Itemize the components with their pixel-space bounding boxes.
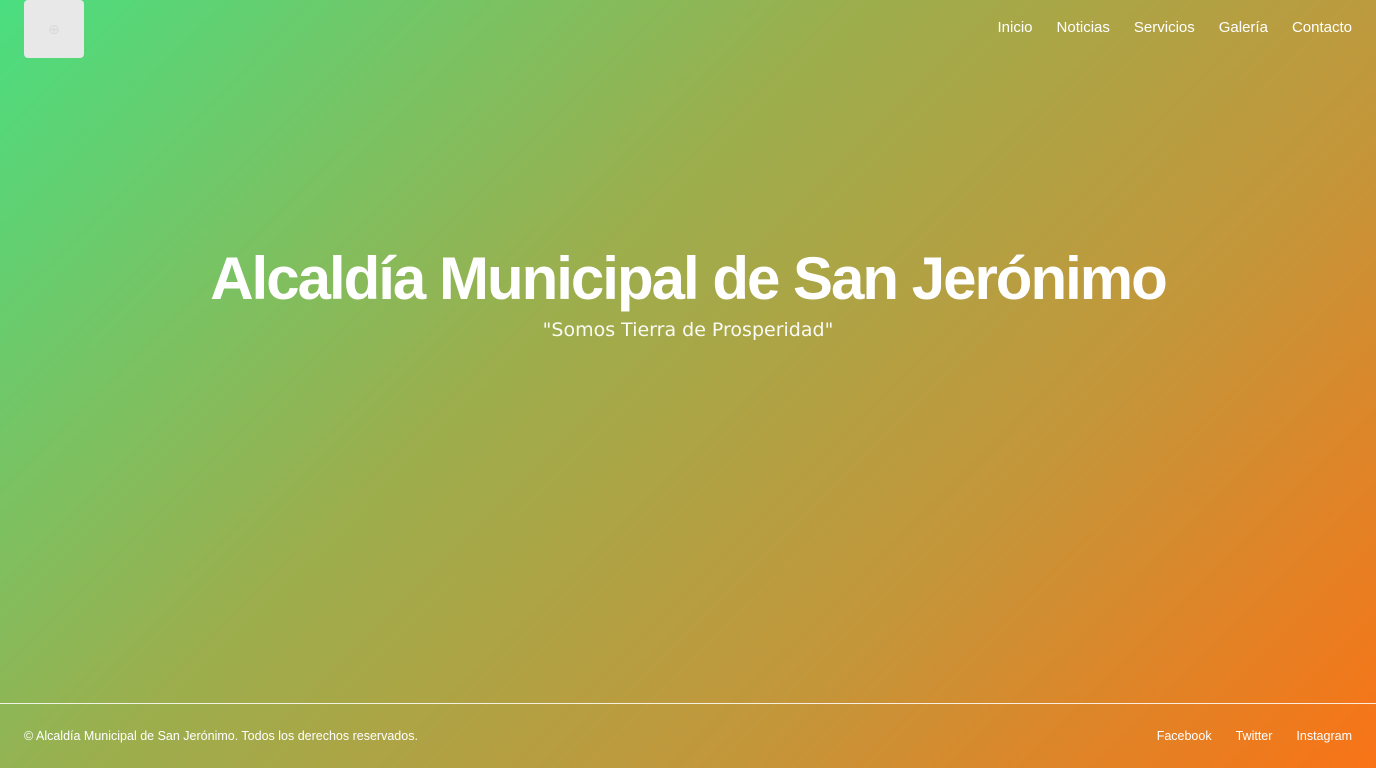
slogan: "Somos Tierra de Prosperidad" [542,319,834,341]
nav-item-inicio[interactable]: Inicio [998,16,1033,40]
twitter-link[interactable]: Twitter [1236,728,1273,744]
site-logo[interactable]: ⊕ [24,0,84,58]
main-nav: Inicio Noticias Servicios Galería Contac… [998,16,1353,40]
page-title: Alcaldía Municipal de San Jerónimo [210,245,1168,312]
nav-item-contacto[interactable]: Contacto [1292,16,1352,40]
facebook-link[interactable]: Facebook [1157,728,1212,744]
instagram-link[interactable]: Instagram [1296,728,1352,744]
nav-item-noticias[interactable]: Noticias [1057,16,1110,40]
logo-placeholder-icon: ⊕ [48,20,60,37]
nav-item-galeria[interactable]: Galería [1219,16,1268,40]
social-links: Facebook Twitter Instagram [1157,728,1352,744]
hero-section: Alcaldía Municipal de San Jerónimo "Somo… [0,243,1376,343]
nav-item-servicios[interactable]: Servicios [1134,16,1195,40]
site-footer: © Alcaldía Municipal de San Jerónimo. To… [0,703,1376,768]
copyright-text: © Alcaldía Municipal de San Jerónimo. To… [24,729,418,743]
